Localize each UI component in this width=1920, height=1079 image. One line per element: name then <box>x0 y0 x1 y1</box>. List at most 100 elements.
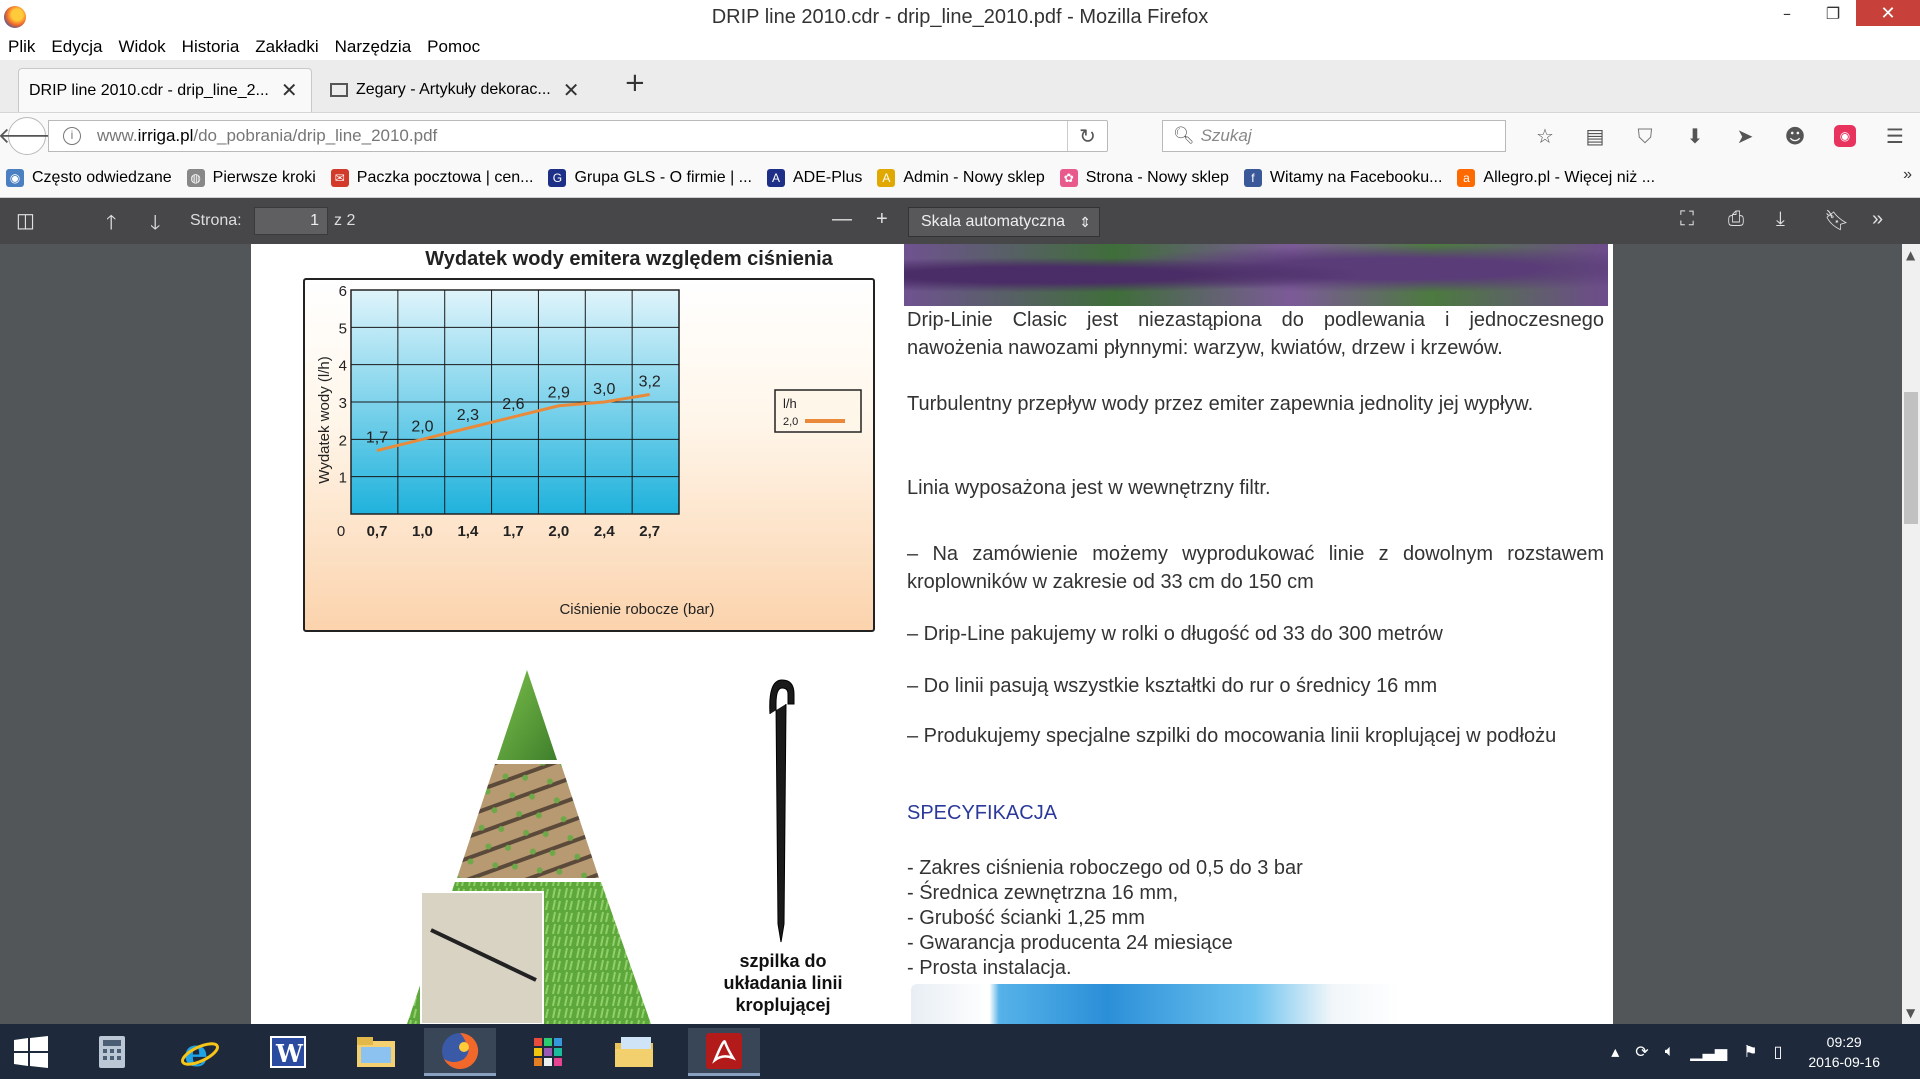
drip-hose-photo <box>911 984 1401 1024</box>
apps-grid-icon[interactable] <box>512 1028 584 1076</box>
clock-date: 2016-09-16 <box>1808 1053 1880 1070</box>
tab-label: DRIP line 2010.cdr - drip_line_2... <box>29 81 269 99</box>
url-bar[interactable]: i www.irriga.pl/do_pobrania/drip_line_20… <box>48 120 1108 152</box>
pdf-viewer[interactable]: Wydatek wody emitera względem ciśnienia … <box>0 244 1902 1024</box>
firefox-taskbar-icon[interactable] <box>424 1028 496 1076</box>
file-explorer-icon[interactable] <box>340 1028 412 1076</box>
zoom-in-icon[interactable]: + <box>876 208 888 231</box>
menu-historia[interactable]: Historia <box>182 37 240 57</box>
spec-list: Zakres ciśnienia roboczego od 0,5 do 3 b… <box>907 856 1303 981</box>
chart-title: Wydatek wody emitera względem ciśnienia <box>425 248 833 270</box>
restore-button[interactable]: ❐ <box>1810 0 1856 26</box>
close-tab-icon[interactable]: ✕ <box>281 78 298 103</box>
menu-bar: Plik Edycja Widok Historia Zakładki Narz… <box>0 34 1920 60</box>
folder-icon[interactable] <box>598 1028 670 1076</box>
acrobat-icon[interactable] <box>688 1028 760 1076</box>
svg-text:W: W <box>275 1039 304 1068</box>
zoom-out-icon[interactable]: — <box>832 208 852 231</box>
extension-icon[interactable]: ◉ <box>1834 125 1856 147</box>
hello-icon[interactable]: ☻ <box>1770 121 1820 151</box>
bookmarks-overflow-icon[interactable]: » <box>1903 166 1912 184</box>
windows-start-icon[interactable] <box>14 1036 48 1068</box>
menu-pomoc[interactable]: Pomoc <box>427 37 480 57</box>
send-icon[interactable]: ➤ <box>1720 121 1770 151</box>
bookmark-view-icon[interactable]: 🔖︎ <box>1824 208 1849 233</box>
scroll-up-icon[interactable]: ▲ <box>1906 248 1915 262</box>
close-tab-icon[interactable]: ✕ <box>563 78 580 103</box>
download-icon[interactable]: ⬇ <box>1670 121 1720 151</box>
system-tray: ▴ ⟳ 🔈︎ ▁▃▅ ⚑ ▯ 09:29 2016-09-16 <box>1603 1024 1920 1079</box>
bookmark-ade-plus[interactable]: A ADE-Plus <box>767 168 862 187</box>
x-origin-label: 0 <box>337 523 345 540</box>
bookmark-gls[interactable]: G Grupa GLS - O firmie | ... <box>548 168 752 187</box>
bookmark-facebook[interactable]: f Witamy na Facebooku... <box>1243 168 1442 187</box>
y-axis-label: Wydatek wody (l/h) <box>316 356 333 483</box>
back-button[interactable]: 🡐 <box>0 117 57 155</box>
menu-edycja[interactable]: Edycja <box>51 37 102 57</box>
title-bar: DRIP line 2010.cdr - drip_line_2010.pdf … <box>0 0 1920 34</box>
new-tab-button[interactable]: + <box>624 68 646 98</box>
data-label: 2,0 <box>411 418 433 435</box>
word-icon[interactable]: W <box>252 1028 324 1076</box>
hamburger-menu-icon[interactable]: ☰ <box>1870 121 1920 151</box>
scroll-down-icon[interactable]: ▼ <box>1906 1006 1915 1020</box>
spec-item: Średnica zewnętrzna 16 mm, <box>907 881 1303 906</box>
internet-explorer-icon[interactable]: e <box>164 1028 236 1076</box>
reload-icon[interactable]: ↻ <box>1067 121 1107 151</box>
presentation-mode-icon[interactable]: ⛶ <box>1680 208 1694 231</box>
paragraph-filter: Linia wyposażona jest w wewnętrzny filtr… <box>907 477 1271 499</box>
previous-page-icon[interactable]: 🡑 <box>106 208 116 242</box>
bookmark-star-icon[interactable]: ☆ <box>1520 121 1570 151</box>
network-sync-icon[interactable]: ⟳ <box>1635 1042 1648 1062</box>
zoom-select[interactable]: Skala automatyczna <box>908 207 1100 237</box>
bookmark-czesto-odwiedzane[interactable]: ◉ Często odwiedzane <box>6 168 172 187</box>
volume-icon[interactable]: 🔈︎ <box>1665 1043 1675 1061</box>
power-icon[interactable]: ▯ <box>1774 1042 1783 1062</box>
sidebar-toggle-icon[interactable]: ◫ <box>16 208 35 233</box>
next-page-icon[interactable]: 🡓 <box>150 208 160 242</box>
menu-zakladki[interactable]: Zakładki <box>255 37 318 57</box>
post-icon: ✉ <box>330 168 349 187</box>
show-hidden-icons-icon[interactable]: ▴ <box>1611 1042 1619 1062</box>
navigation-bar: 🡐 i www.irriga.pl/do_pobrania/drip_line_… <box>0 112 1920 158</box>
menu-narzedzia[interactable]: Narzędzia <box>335 37 412 57</box>
tab-zegary[interactable]: Zegary - Artykuły dekorac... ✕ <box>320 68 606 112</box>
scroll-thumb[interactable] <box>1904 392 1918 524</box>
menu-widok[interactable]: Widok <box>118 37 165 57</box>
window-title: DRIP line 2010.cdr - drip_line_2010.pdf … <box>711 6 1209 28</box>
calculator-icon[interactable] <box>76 1028 148 1076</box>
minimize-button[interactable]: – <box>1764 0 1810 26</box>
paragraph-rolls: – Drip-Line pakujemy w rolki o długość o… <box>907 623 1443 645</box>
window-controls: – ❐ ✕ <box>1764 0 1920 26</box>
action-center-flag-icon[interactable]: ⚑ <box>1743 1042 1757 1062</box>
tab-drip-line[interactable]: DRIP line 2010.cdr - drip_line_2... ✕ <box>18 68 312 112</box>
menu-plik[interactable]: Plik <box>8 37 35 57</box>
facebook-icon: f <box>1243 168 1262 187</box>
bookmark-strona[interactable]: ✿ Strona - Nowy sklep <box>1059 168 1229 187</box>
bookmark-paczka-pocztowa[interactable]: ✉ Paczka pocztowa | cen... <box>330 168 533 187</box>
vertical-scrollbar[interactable]: ▲ ▼ <box>1902 244 1920 1024</box>
spec-item: Zakres ciśnienia roboczego od 0,5 do 3 b… <box>907 856 1303 881</box>
data-label: 1,7 <box>366 430 388 447</box>
info-icon[interactable]: i <box>63 127 81 145</box>
signal-icon[interactable]: ▁▃▅ <box>1690 1042 1727 1062</box>
bookmarks-toolbar: ◉ Często odwiedzane ◍ Pierwsze kroki ✉ P… <box>0 158 1920 198</box>
spec-item: Gwarancja producenta 24 miesiące <box>907 931 1303 956</box>
print-icon[interactable]: ⎙ <box>1728 208 1744 231</box>
drip-line-pyramid-photo <box>407 670 651 1024</box>
save-icon[interactable]: ⤓ <box>1776 208 1785 231</box>
data-label: 3,0 <box>593 381 615 398</box>
bookmark-allegro[interactable]: a Allegro.pl - Więcej niż ... <box>1457 168 1655 187</box>
bookmark-pierwsze-kroki[interactable]: ◍ Pierwsze kroki <box>186 168 316 187</box>
pocket-icon[interactable]: ⛉ <box>1620 121 1670 151</box>
tools-icon[interactable]: » <box>1872 208 1883 231</box>
x-axis-label: Ciśnienie robocze (bar) <box>559 601 714 618</box>
x-tick-label: 2,4 <box>594 523 616 540</box>
close-button[interactable]: ✕ <box>1856 0 1920 26</box>
reading-list-icon[interactable]: ▤ <box>1570 121 1620 151</box>
clock[interactable]: 09:29 2016-09-16 <box>1808 1032 1880 1072</box>
search-input[interactable]: 🔍︎ Szukaj <box>1162 120 1506 152</box>
bookmark-admin[interactable]: A Admin - Nowy sklep <box>877 168 1045 187</box>
y-tick-label: 2 <box>339 432 347 449</box>
page-number-input[interactable]: 1 <box>254 207 328 235</box>
